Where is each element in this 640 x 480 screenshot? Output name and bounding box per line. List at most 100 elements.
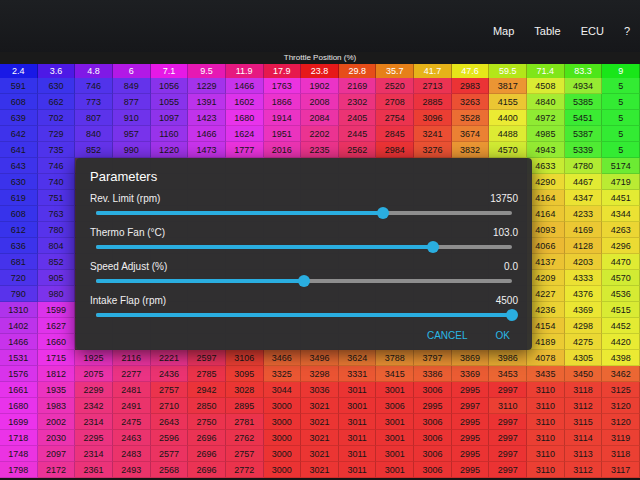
table-cell[interactable]: 3119: [602, 430, 640, 446]
table-cell[interactable]: 2942: [188, 382, 226, 398]
slider-track[interactable]: [96, 279, 512, 283]
table-cell[interactable]: 3528: [452, 110, 490, 126]
table-cell[interactable]: 807: [75, 110, 113, 126]
table-cell[interactable]: 3298: [301, 366, 339, 382]
table-cell[interactable]: 1229: [188, 78, 226, 94]
table-cell[interactable]: 3120: [602, 414, 640, 430]
table-cell[interactable]: 3011: [339, 446, 377, 462]
table-cell[interactable]: 4515: [602, 302, 640, 318]
table-cell[interactable]: 4296: [602, 238, 640, 254]
table-cell[interactable]: 3110: [527, 398, 565, 414]
table-cell[interactable]: 641: [0, 142, 38, 158]
table-cell[interactable]: 2075: [75, 366, 113, 382]
table-cell[interactable]: 3496: [301, 350, 339, 366]
menu-item[interactable]: ?: [624, 25, 630, 37]
table-cell[interactable]: 3331: [339, 366, 377, 382]
table-cell[interactable]: 3817: [489, 78, 527, 94]
table-cell[interactable]: 4344: [602, 206, 640, 222]
table-cell[interactable]: 1951: [264, 126, 302, 142]
table-cell[interactable]: 2997: [452, 398, 490, 414]
table-cell[interactable]: 3624: [339, 350, 377, 366]
table-cell[interactable]: 3325: [264, 366, 302, 382]
table-cell[interactable]: 4164: [527, 190, 565, 206]
table-cell[interactable]: 3110: [527, 414, 565, 430]
table-cell[interactable]: 3797: [414, 350, 452, 366]
table-cell[interactable]: 735: [38, 142, 76, 158]
table-cell[interactable]: 4347: [565, 190, 603, 206]
table-cell[interactable]: 1466: [188, 126, 226, 142]
table-cell[interactable]: 852: [38, 254, 76, 270]
table-cell[interactable]: 2997: [489, 446, 527, 462]
table-cell[interactable]: 636: [0, 238, 38, 254]
table-cell[interactable]: 4263: [602, 222, 640, 238]
table-cell[interactable]: 1160: [151, 126, 189, 142]
table-cell[interactable]: 2997: [489, 414, 527, 430]
table-cell[interactable]: 3000: [264, 462, 302, 478]
table-cell[interactable]: 2030: [38, 430, 76, 446]
table-cell[interactable]: 2997: [489, 430, 527, 446]
table-cell[interactable]: 3021: [301, 446, 339, 462]
table-cell[interactable]: 3241: [414, 126, 452, 142]
table-cell[interactable]: 2277: [113, 366, 151, 382]
table-cell[interactable]: 3000: [264, 430, 302, 446]
table-cell[interactable]: 3001: [376, 430, 414, 446]
table-cell[interactable]: 2302: [339, 94, 377, 110]
table-cell[interactable]: 2172: [38, 462, 76, 478]
table-cell[interactable]: 1602: [226, 94, 264, 110]
table-cell[interactable]: 1680: [0, 398, 38, 414]
table-cell[interactable]: 1983: [38, 398, 76, 414]
table-cell[interactable]: 3006: [414, 430, 452, 446]
table-cell[interactable]: 3125: [602, 382, 640, 398]
table-cell[interactable]: 2481: [113, 382, 151, 398]
table-cell[interactable]: 4420: [602, 334, 640, 350]
table-cell[interactable]: 4298: [565, 318, 603, 334]
table-cell[interactable]: 619: [0, 190, 38, 206]
table-cell[interactable]: 3115: [565, 414, 603, 430]
table-cell[interactable]: 1627: [38, 318, 76, 334]
table-cell[interactable]: 3006: [376, 398, 414, 414]
table-cell[interactable]: 2596: [151, 430, 189, 446]
table-cell[interactable]: 2754: [376, 110, 414, 126]
table-cell[interactable]: 1763: [264, 78, 302, 94]
table-cell[interactable]: 3001: [376, 382, 414, 398]
table-cell[interactable]: 980: [38, 286, 76, 302]
table-cell[interactable]: 1466: [226, 78, 264, 94]
table-cell[interactable]: 3021: [301, 414, 339, 430]
table-cell[interactable]: 1902: [301, 78, 339, 94]
table-cell[interactable]: 608: [0, 206, 38, 222]
table-cell[interactable]: 2436: [151, 366, 189, 382]
table-cell[interactable]: 2235: [301, 142, 339, 158]
table-cell[interactable]: 4066: [527, 238, 565, 254]
table-cell[interactable]: 4209: [527, 270, 565, 286]
table-cell[interactable]: 2116: [113, 350, 151, 366]
table-cell[interactable]: 1473: [188, 142, 226, 158]
table-cell[interactable]: 4488: [489, 126, 527, 142]
table-cell[interactable]: 702: [38, 110, 76, 126]
table-cell[interactable]: 3096: [414, 110, 452, 126]
table-cell[interactable]: 3415: [376, 366, 414, 382]
table-cell[interactable]: 4227: [527, 286, 565, 302]
table-cell[interactable]: 2995: [452, 462, 490, 478]
table-cell[interactable]: 2169: [339, 78, 377, 94]
table-cell[interactable]: 4570: [602, 270, 640, 286]
table-cell[interactable]: 4719: [602, 174, 640, 190]
table-cell[interactable]: 1914: [264, 110, 302, 126]
table-cell[interactable]: 2361: [75, 462, 113, 478]
table-cell[interactable]: 3000: [264, 414, 302, 430]
table-cell[interactable]: 2097: [38, 446, 76, 462]
table-cell[interactable]: 4369: [565, 302, 603, 318]
table-cell[interactable]: 2008: [301, 94, 339, 110]
table-cell[interactable]: 1812: [38, 366, 76, 382]
table-cell[interactable]: 1466: [0, 334, 38, 350]
table-cell[interactable]: 905: [38, 270, 76, 286]
table-cell[interactable]: 681: [0, 254, 38, 270]
table-cell[interactable]: 2772: [226, 462, 264, 478]
table-cell[interactable]: 4840: [527, 94, 565, 110]
table-cell[interactable]: 4154: [527, 318, 565, 334]
table-cell[interactable]: 3001: [339, 398, 377, 414]
table-cell[interactable]: 4452: [602, 318, 640, 334]
table-cell[interactable]: 3386: [414, 366, 452, 382]
table-cell[interactable]: 720: [0, 270, 38, 286]
table-cell[interactable]: 4985: [527, 126, 565, 142]
table-cell[interactable]: 608: [0, 94, 38, 110]
